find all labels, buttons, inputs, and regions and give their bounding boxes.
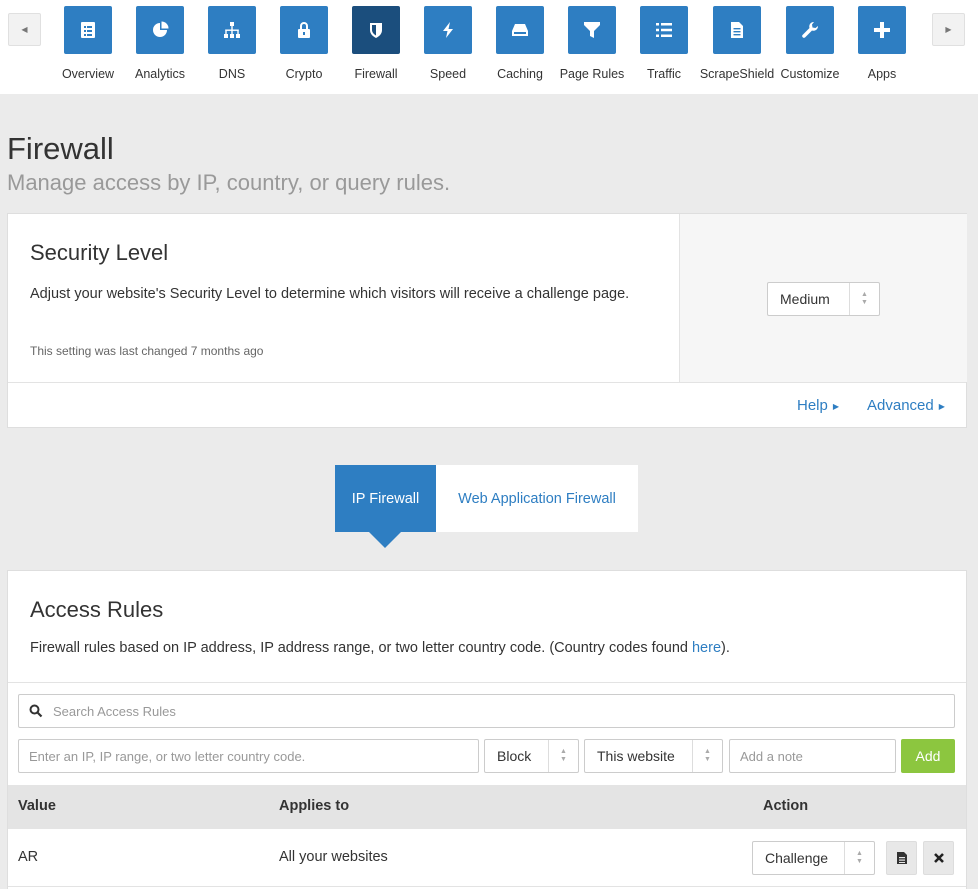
chevron-right-icon: ▶	[945, 25, 952, 34]
table-row: AR All your websites Challenge ▲ ▼	[8, 829, 966, 887]
hard-drive-icon	[496, 6, 544, 54]
security-level-footer: Help ▶ Advanced ▶	[8, 382, 966, 428]
top-navigation: ◀ Overview Analytics DNS Crypto Firewall	[0, 0, 978, 94]
help-link[interactable]: Help ▶	[797, 397, 839, 414]
search-icon	[29, 704, 43, 718]
nav-item-apps[interactable]: Apps	[846, 6, 918, 86]
nav-label: Analytics	[134, 67, 186, 81]
security-level-description: Adjust your website's Security Level to …	[30, 286, 630, 302]
divider	[8, 682, 966, 683]
filter-icon	[568, 6, 616, 54]
plus-icon	[858, 6, 906, 54]
column-header-action: Action	[763, 798, 809, 814]
nav-item-caching[interactable]: Caching	[484, 6, 556, 86]
security-level-info: Security Level Adjust your website's Sec…	[8, 214, 679, 382]
rule-action-value: Challenge	[765, 850, 829, 866]
security-level-last-changed: This setting was last changed 7 months a…	[30, 344, 264, 358]
nav-label: Crypto	[285, 67, 323, 81]
lock-icon	[280, 6, 328, 54]
caret-right-icon: ▶	[938, 401, 945, 411]
nav-item-overview[interactable]: Overview	[52, 6, 124, 86]
document-icon	[713, 6, 761, 54]
page-subtitle: Manage access by IP, country, or query r…	[7, 170, 451, 195]
caret-right-icon: ▶	[832, 401, 840, 411]
delete-rule-button[interactable]	[923, 841, 954, 875]
rule-value: AR	[18, 849, 39, 865]
column-header-applies-to: Applies to	[279, 798, 350, 814]
advanced-link-label: Advanced	[867, 397, 934, 414]
nav-item-customize[interactable]: Customize	[774, 6, 846, 86]
nav-item-crypto[interactable]: Crypto	[268, 6, 340, 86]
add-rule-button[interactable]: Add	[901, 739, 955, 773]
access-rules-title: Access Rules	[30, 597, 164, 622]
overview-icon	[64, 6, 112, 54]
select-arrows-icon: ▲ ▼	[548, 740, 578, 772]
nav-label: Firewall	[354, 67, 398, 81]
search-access-rules-input[interactable]: Search Access Rules	[18, 694, 955, 728]
access-rules-description: Firewall rules based on IP address, IP a…	[30, 640, 730, 656]
nav-item-scrapeshield[interactable]: ScrapeShield	[699, 6, 775, 86]
chevron-left-icon: ◀	[21, 25, 28, 34]
security-level-title: Security Level	[30, 240, 169, 265]
nav-item-analytics[interactable]: Analytics	[124, 6, 196, 86]
nav-label: Customize	[780, 67, 840, 81]
nav-item-traffic[interactable]: Traffic	[628, 6, 700, 86]
nav-item-speed[interactable]: Speed	[412, 6, 484, 86]
ip-address-input[interactable]: Enter an IP, IP range, or two letter cou…	[18, 739, 479, 773]
nav-label: Apps	[867, 67, 897, 81]
rule-scope-select[interactable]: This website ▲ ▼	[584, 739, 723, 773]
nav-label: Page Rules	[559, 67, 625, 81]
tab-web-application-firewall[interactable]: Web Application Firewall	[436, 465, 638, 532]
nav-label: Speed	[429, 67, 467, 81]
lightning-icon	[424, 6, 472, 54]
select-arrows-icon: ▲ ▼	[692, 740, 722, 772]
nav-label: Traffic	[646, 67, 682, 81]
country-codes-link[interactable]: here	[692, 640, 721, 656]
select-arrows-icon: ▲ ▼	[849, 283, 879, 315]
security-level-control: Medium ▲ ▼	[679, 214, 967, 382]
rule-action-select[interactable]: Challenge ▲ ▼	[752, 841, 875, 875]
security-level-select[interactable]: Medium ▲ ▼	[767, 282, 880, 316]
nav-label: Overview	[61, 67, 115, 81]
advanced-link[interactable]: Advanced ▶	[867, 397, 945, 414]
select-arrows-icon: ▲ ▼	[844, 842, 874, 874]
rule-scope-value: This website	[597, 748, 675, 764]
column-header-value: Value	[18, 798, 56, 814]
active-tab-pointer	[369, 532, 401, 548]
help-link-label: Help	[797, 397, 828, 414]
security-level-card: Security Level Adjust your website's Sec…	[7, 213, 967, 428]
page-title: Firewall	[7, 131, 114, 166]
document-icon	[896, 852, 907, 864]
rule-mode-select[interactable]: Block ▲ ▼	[484, 739, 579, 773]
description-suffix: ).	[721, 640, 730, 656]
rule-mode-value: Block	[497, 748, 532, 764]
nav-item-firewall[interactable]: Firewall	[340, 6, 412, 86]
network-icon	[208, 6, 256, 54]
nav-label: ScrapeShield	[699, 67, 775, 81]
security-level-value: Medium	[780, 291, 830, 307]
nav-item-dns[interactable]: DNS	[196, 6, 268, 86]
rule-applies-to: All your websites	[279, 849, 388, 865]
nav-scroll-right-button[interactable]: ▶	[932, 13, 965, 46]
nav-item-page-rules[interactable]: Page Rules	[556, 6, 628, 86]
list-icon	[640, 6, 688, 54]
pie-chart-icon	[136, 6, 184, 54]
tab-ip-firewall[interactable]: IP Firewall	[335, 465, 436, 532]
description-prefix: Firewall rules based on IP address, IP a…	[30, 640, 692, 656]
close-icon	[933, 853, 944, 863]
nav-label: Caching	[497, 67, 543, 81]
wrench-icon	[786, 6, 834, 54]
access-rules-card: Access Rules Firewall rules based on IP …	[7, 570, 967, 889]
shield-icon	[352, 6, 400, 54]
table-header: Value Applies to Action	[8, 785, 966, 829]
nav-scroll-left-button[interactable]: ◀	[8, 13, 41, 46]
nav-label: DNS	[218, 67, 246, 81]
note-input[interactable]: Add a note	[729, 739, 896, 773]
edit-note-button[interactable]	[886, 841, 917, 875]
